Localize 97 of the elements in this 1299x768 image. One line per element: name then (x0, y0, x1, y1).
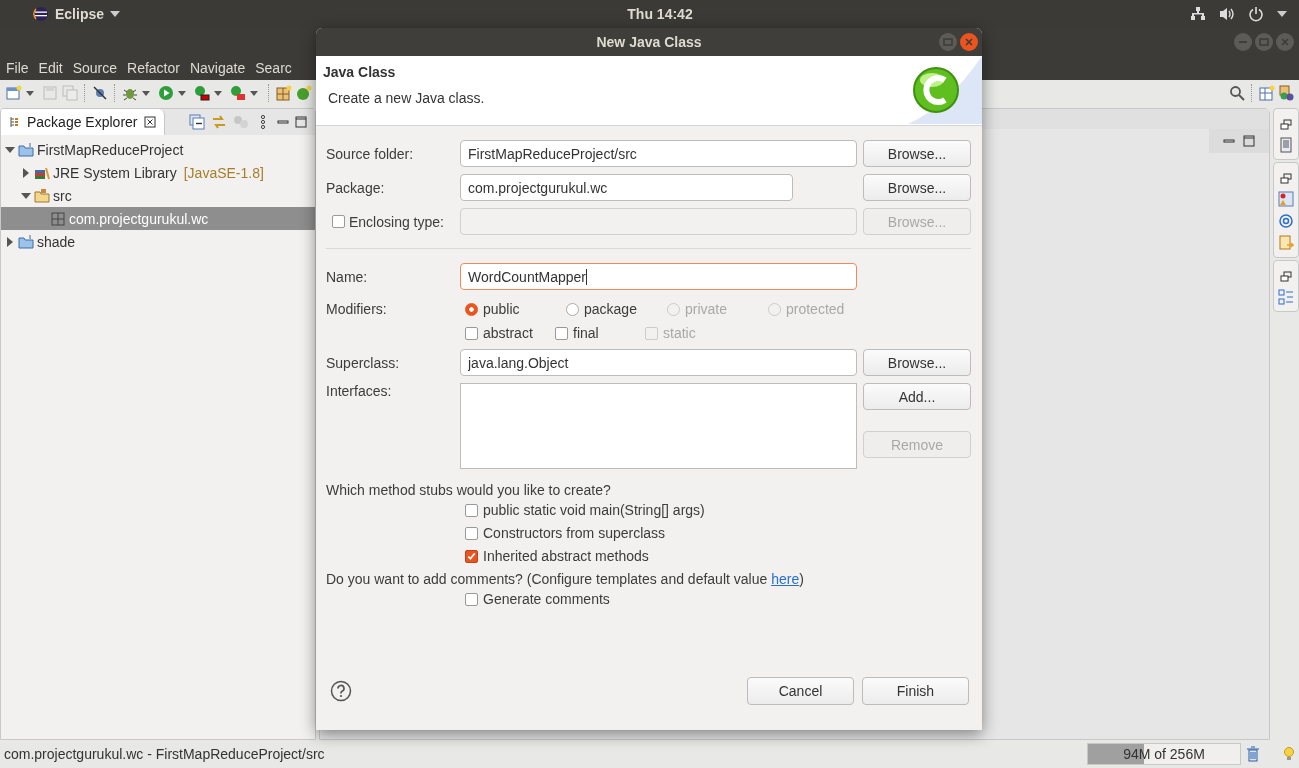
checkbox-label: public static void main(String[] args) (483, 502, 705, 518)
menu-item[interactable]: Edit (38, 60, 63, 76)
radio-label: package (584, 301, 637, 317)
browse-button[interactable]: Browse... (863, 140, 971, 167)
menu-item[interactable]: Refactor (127, 60, 180, 76)
radio-button[interactable] (566, 302, 579, 316)
field-label: Modifiers: (326, 301, 388, 317)
project-folder-icon (18, 233, 34, 250)
document-icon[interactable] (1278, 137, 1294, 153)
restore-icon[interactable] (1280, 173, 1292, 185)
checkbox[interactable] (465, 526, 478, 540)
wizard-heading: Java Class (323, 64, 396, 80)
tree-item[interactable]: FirstMapReduceProject (1, 138, 315, 161)
field-label: Interfaces: (326, 383, 393, 399)
expander-icon[interactable] (5, 144, 15, 155)
outline-icon[interactable] (1278, 289, 1294, 305)
status-message: com.projectgurukul.wc - FirstMapReduceProject/src (4, 746, 325, 762)
checkbox-label: Enclosing type: (349, 213, 444, 230)
network-icon[interactable] (1190, 6, 1206, 22)
collapse-all-icon[interactable] (189, 114, 205, 130)
superclass-field[interactable]: java.lang.Object (460, 349, 857, 376)
tree-item-decoration: [JavaSE-1.8] (183, 164, 264, 181)
checkbox-label: abstract (483, 325, 533, 341)
expander-icon[interactable] (21, 167, 31, 178)
caret-icon[interactable] (214, 90, 222, 96)
volume-icon[interactable] (1219, 6, 1235, 22)
app-menu[interactable]: Eclipse (55, 6, 105, 22)
caret-icon (110, 11, 121, 17)
maximize-icon[interactable] (1243, 135, 1255, 147)
new-package-icon[interactable] (276, 85, 292, 101)
menu-item[interactable]: Source (72, 60, 118, 76)
restore-icon[interactable] (1280, 271, 1292, 283)
radio-button[interactable] (465, 302, 478, 316)
open-perspective-icon[interactable] (1259, 85, 1275, 101)
checkbox-label: Generate comments (483, 591, 610, 607)
java-perspective-icon[interactable] (1279, 85, 1295, 101)
comments-prompt: Do you want to add comments? (Configure templates and default value here) (326, 571, 804, 587)
expander-icon[interactable] (21, 190, 31, 201)
package-field[interactable]: com.projectgurukul.wc (460, 174, 793, 201)
checkbox-label: static (663, 325, 696, 341)
checkbox-label: final (573, 325, 599, 341)
checkbox[interactable] (465, 549, 478, 563)
field-label: Package: (326, 179, 386, 196)
wizard-description: Create a new Java class. (328, 90, 485, 106)
caret-icon[interactable] (26, 90, 34, 96)
package-explorer-tab[interactable]: Package Explorer (1, 109, 165, 135)
checkbox[interactable] (465, 503, 478, 517)
tree-item[interactable]: JRE System Library [JavaSE-1.8] (1, 161, 315, 184)
new-wizard-icon[interactable] (6, 85, 22, 101)
close-icon[interactable] (143, 116, 156, 128)
power-icon[interactable] (1248, 6, 1264, 22)
checkbox[interactable] (465, 592, 478, 606)
name-field[interactable]: WordCountMapper (460, 263, 857, 290)
field-label: Source folder: (326, 145, 415, 162)
restore-icon[interactable] (1280, 119, 1292, 131)
maximize-icon[interactable] (295, 116, 307, 128)
caret-icon[interactable] (250, 90, 258, 96)
add-button[interactable]: Add... (863, 383, 971, 410)
here-link[interactable]: here (771, 571, 800, 587)
field-label: Name: (326, 268, 369, 285)
source-folder-icon (34, 187, 50, 204)
cancel-button[interactable]: Cancel (747, 677, 854, 705)
eclipse-icon (33, 6, 49, 22)
menu-item[interactable]: Searc (255, 60, 292, 76)
browse-button[interactable]: Browse... (863, 349, 971, 376)
package-icon (50, 210, 66, 227)
clock[interactable]: Thu 14:42 (627, 6, 693, 22)
source-folder-field[interactable]: FirstMapReduceProject/src (460, 140, 857, 167)
caret-icon[interactable] (142, 90, 150, 96)
tree-item[interactable]: shade (1, 230, 315, 253)
menu-item[interactable]: Navigate (189, 60, 246, 76)
field-label: Superclass: (326, 354, 401, 371)
radio-label: public (483, 301, 520, 317)
stubs-prompt: Which method stubs would you like to create? (326, 482, 611, 498)
caret-icon[interactable] (178, 90, 186, 96)
menu-item[interactable]: File (6, 60, 29, 76)
browse-button[interactable]: Browse... (863, 174, 971, 201)
link-editor-icon[interactable] (211, 114, 227, 130)
radio-label: private (685, 301, 728, 317)
checkbox-label: Constructors from superclass (483, 525, 666, 541)
close-button[interactable] (960, 33, 978, 51)
checkbox-label: Inherited abstract methods (483, 548, 649, 564)
run-icon[interactable] (158, 85, 174, 101)
checkbox[interactable] (465, 326, 478, 340)
caret-icon[interactable] (1277, 11, 1287, 17)
expander-icon[interactable] (5, 236, 15, 247)
finish-button[interactable]: Finish (862, 677, 969, 705)
help-icon[interactable] (330, 680, 352, 702)
project-folder-icon (18, 141, 34, 158)
lightbulb-icon[interactable] (1281, 746, 1297, 762)
dialog-title: New Java Class (596, 34, 702, 50)
radio-label: protected (786, 301, 845, 317)
new-class-icon[interactable] (296, 85, 312, 101)
search-icon[interactable] (1229, 85, 1245, 101)
tree-item[interactable]: src (1, 184, 315, 207)
checkbox[interactable] (555, 326, 568, 340)
trash-icon[interactable] (1245, 746, 1261, 762)
